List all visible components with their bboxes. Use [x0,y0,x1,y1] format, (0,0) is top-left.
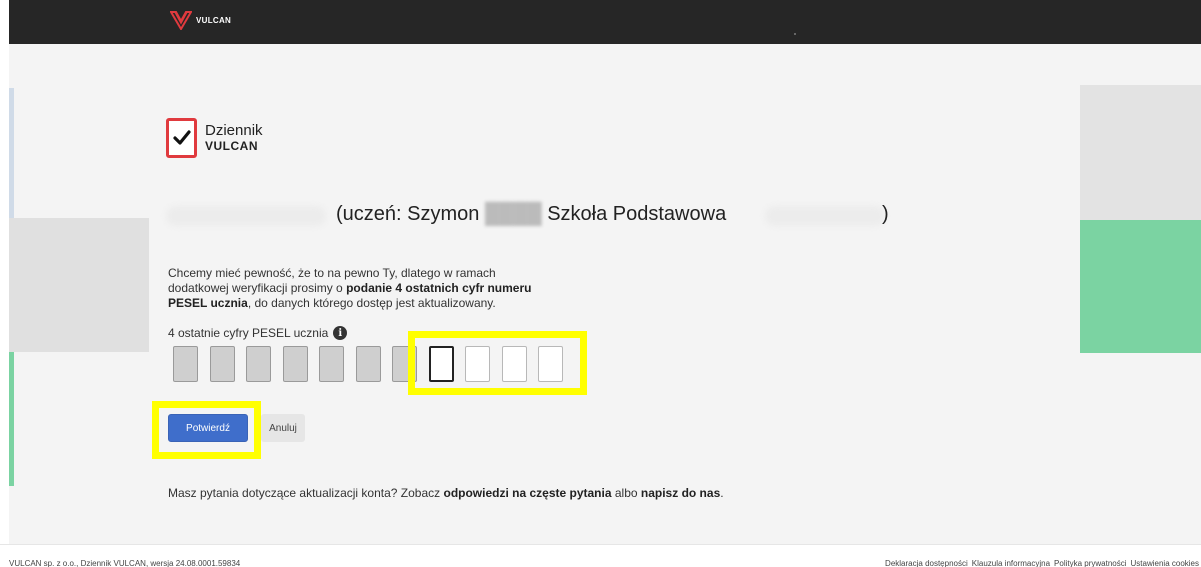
info-text-2: , do danych którego dostęp jest aktualiz… [247,296,496,310]
page-heading: (uczeń: Szymon ████ Szkoła Podstawowa [336,203,726,226]
logo-line1: Dziennik [205,122,263,140]
top-bar: VULCAN [9,0,1201,44]
vulcan-wordmark: VULCAN [196,15,232,25]
vulcan-brand-logo[interactable]: VULCAN [170,10,231,30]
faq-link[interactable]: odpowiedzi na częste pytania [443,486,611,500]
pesel-label: 4 ostatnie cyfry PESEL ucznia i [168,326,348,340]
contact-link[interactable]: napisz do nas [641,486,720,500]
redacted-name-left [166,206,326,226]
faq-line: Masz pytania dotyczące aktualizacji kont… [168,486,724,500]
footer-link-cookies[interactable]: Ustawienia cookies [1131,559,1199,567]
pesel-digit-locked [210,346,235,382]
faq-prefix: Masz pytania dotyczące aktualizacji kont… [168,486,444,500]
footer: VULCAN sp. z o.o., Dziennik VULCAN, wers… [0,544,1201,567]
heading-student: (uczeń: Szymon [336,203,480,225]
cancel-button[interactable]: Anuluj [261,414,305,442]
topbar-dot [794,33,796,35]
redacted-name-right [765,206,885,226]
dziennik-logo: Dziennik VULCAN [166,118,263,158]
info-icon[interactable]: i [333,326,348,340]
pesel-digit-locked [356,346,381,382]
faq-suffix: . [720,486,724,500]
decor-left-blue [9,88,14,218]
pesel-digit-locked [319,346,344,382]
decor-right-green [1080,220,1201,353]
highlight-digits [408,331,587,395]
decor-left-green [9,352,14,486]
confirm-button[interactable]: Potwierdź [168,414,248,442]
footer-version: VULCAN sp. z o.o., Dziennik VULCAN, wers… [9,559,241,567]
footer-link-info-clause[interactable]: Klauzula informacyjna [972,559,1050,567]
redacted-surname: ████ [484,203,542,225]
pesel-label-text: 4 ostatnie cyfry PESEL ucznia [168,326,329,340]
checkmark-icon [166,118,197,158]
footer-links: Deklaracja dostępności Klauzula informac… [885,559,1199,567]
faq-middle: albo [611,486,641,500]
verification-info: Chcemy mieć pewność, że to na pewno Ty, … [168,266,558,311]
footer-link-accessibility[interactable]: Deklaracja dostępności [885,559,968,567]
footer-link-privacy[interactable]: Polityka prywatności [1054,559,1126,567]
pesel-digit-locked [246,346,271,382]
decor-right-gray [1080,85,1201,220]
heading-close-paren: ) [882,203,889,225]
decor-left-gray [9,218,149,352]
logo-line2: VULCAN [205,138,258,153]
vulcan-v-icon [170,11,192,30]
heading-school: Szkoła Podstawowa [547,203,727,225]
pesel-digit-locked [283,346,308,382]
pesel-digit-locked [173,346,198,382]
page: VULCAN Dziennik VULCAN (uczeń: Szymon ██… [9,0,1201,567]
